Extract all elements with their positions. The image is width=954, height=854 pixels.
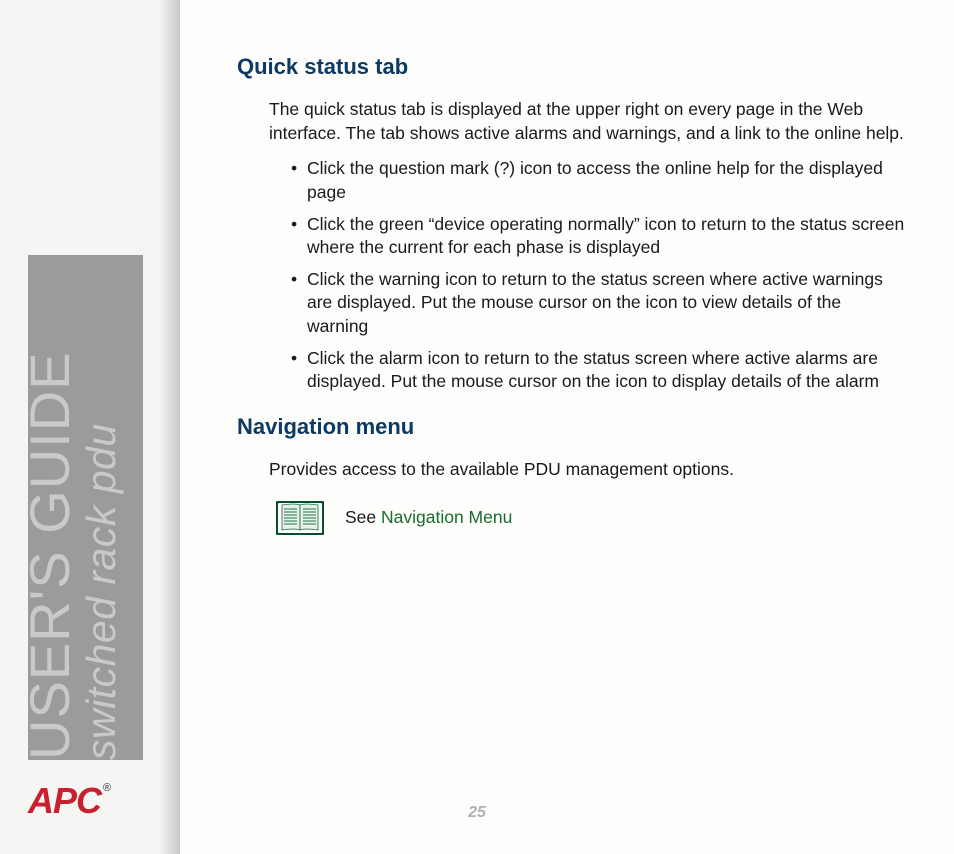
list-item: Click the warning icon to return to the … — [291, 268, 907, 339]
book-icon — [275, 500, 325, 536]
list-item: Click the question mark (?) icon to acce… — [291, 157, 907, 204]
sidebar-title-main: USER'S GUIDE — [17, 351, 82, 760]
see-also-text: See Navigation Menu — [345, 507, 512, 528]
heading-quick-status: Quick status tab — [237, 54, 907, 80]
see-prefix: See — [345, 507, 381, 527]
sidebar: USER'S GUIDE switched rack pdu APC ® — [0, 0, 180, 854]
nav-paragraph: Provides access to the available PDU man… — [269, 458, 907, 482]
heading-navigation-menu: Navigation menu — [237, 414, 907, 440]
page-number: 25 — [0, 804, 954, 822]
registered-mark: ® — [103, 782, 110, 794]
sidebar-title-sub: switched rack pdu — [78, 423, 125, 760]
see-also-row: See Navigation Menu — [275, 500, 907, 536]
bullet-list: Click the question mark (?) icon to acce… — [291, 157, 907, 394]
list-item: Click the green “device operating normal… — [291, 213, 907, 260]
navigation-menu-link[interactable]: Navigation Menu — [381, 507, 512, 527]
intro-paragraph: The quick status tab is displayed at the… — [269, 98, 907, 145]
list-item: Click the alarm icon to return to the st… — [291, 347, 907, 394]
main-content: Quick status tab The quick status tab is… — [237, 54, 907, 536]
